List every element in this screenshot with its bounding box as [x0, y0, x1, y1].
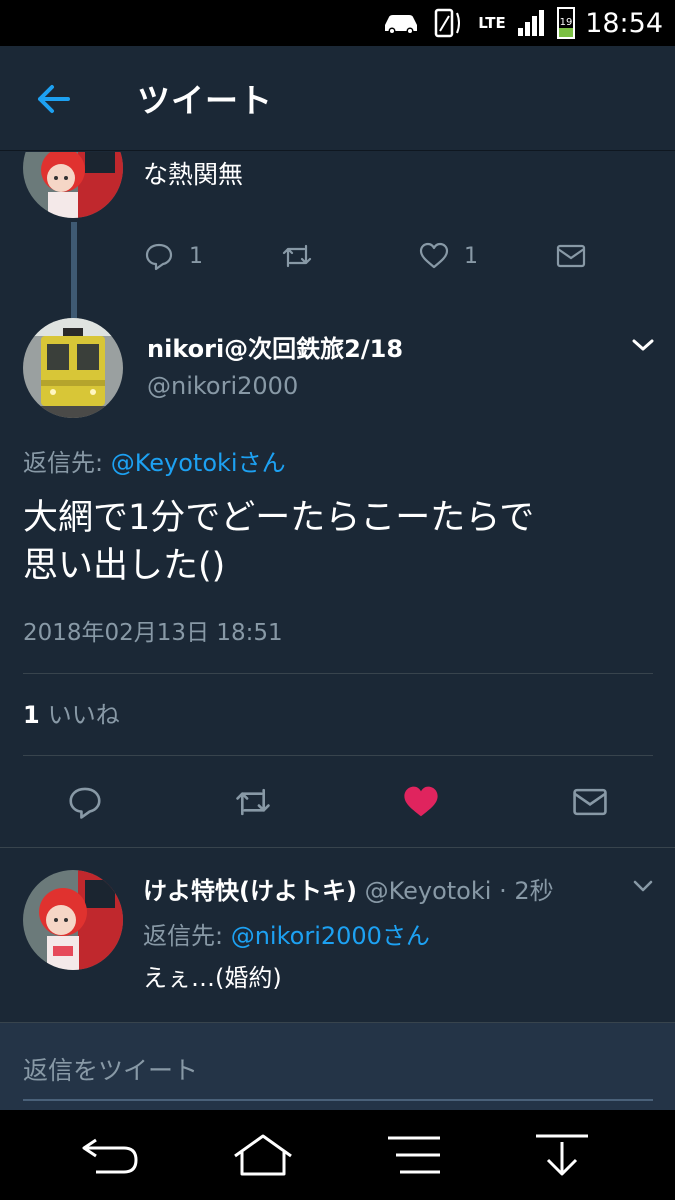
signal-icon — [514, 0, 548, 46]
reply-reply-to-line: 返信先: @nikori2000さん — [143, 916, 430, 951]
app-bar: ツイート — [0, 46, 675, 151]
vibrate-icon — [432, 0, 466, 46]
author-name[interactable]: nikori@次回鉄旅2/18 — [147, 329, 403, 364]
parent-like-button[interactable]: 1 — [418, 240, 478, 272]
divider — [23, 673, 653, 674]
system-nav-bar — [0, 1110, 675, 1200]
share-button[interactable] — [571, 783, 609, 821]
battery-icon: 19 — [554, 0, 578, 46]
author-handle[interactable]: @nikori2000 — [147, 372, 298, 400]
parent-like-count: 1 — [464, 243, 478, 269]
compose-underline — [23, 1099, 653, 1101]
thread-connector — [71, 222, 77, 318]
compose-reply-bar[interactable]: 返信をツイート — [0, 1022, 675, 1111]
notifications-pull-icon[interactable] — [534, 1130, 590, 1180]
mail-icon — [555, 240, 587, 272]
reply-tweet-text: えぇ…(婚約) — [143, 964, 282, 992]
menu-nav-icon[interactable] — [386, 1130, 442, 1180]
reply-to-line: 返信先: @Keyotokiさん — [23, 443, 286, 478]
heart-filled-icon — [402, 783, 440, 821]
chevron-down-icon[interactable] — [630, 336, 656, 354]
tweet-text-line-1: 大網で1分でどーたらこーたらで — [23, 498, 535, 538]
reply-to-user-link[interactable]: @Keyotokiさん — [111, 449, 286, 477]
likes-summary[interactable]: 1 いいね — [23, 695, 120, 730]
reply-author-handle-time: @Keyotoki · 2秒 — [364, 877, 554, 905]
reply-to-user-link[interactable]: @nikori2000さん — [231, 922, 430, 950]
page-title: ツイート — [137, 81, 273, 120]
retweet-button[interactable] — [232, 783, 274, 821]
retweet-icon — [280, 240, 314, 272]
reply-button[interactable] — [66, 783, 104, 821]
parent-share-button[interactable] — [555, 240, 587, 272]
network-type: LTE — [478, 14, 506, 32]
divider — [0, 847, 675, 848]
tweet-text-line-2: 思い出した() — [23, 546, 226, 586]
battery-level: 19 — [559, 17, 573, 28]
parent-tweet-text: な熱関無 — [143, 160, 244, 189]
back-nav-icon[interactable] — [80, 1130, 140, 1180]
clock: 18:54 — [585, 7, 663, 39]
reply-author-line[interactable]: けよ特快(けよトキ) @Keyotoki · 2秒 — [143, 871, 554, 906]
reply-icon — [143, 240, 175, 272]
author-avatar[interactable] — [23, 318, 123, 418]
retweet-icon — [232, 783, 274, 821]
reply-icon — [66, 783, 104, 821]
parent-reply-button[interactable]: 1 — [143, 240, 203, 272]
home-nav-icon[interactable] — [232, 1130, 294, 1180]
tweet-text: 大網で1分でどーたらこーたらで 思い出した() — [23, 494, 653, 590]
reply-author-name: けよ特快(けよトキ) — [143, 877, 357, 905]
divider — [23, 755, 653, 756]
car-icon — [380, 0, 422, 46]
tweet-timestamp: 2018年02月13日 18:51 — [23, 620, 283, 646]
status-bar: LTE 19 18:54 — [0, 0, 675, 46]
parent-reply-count: 1 — [189, 243, 203, 269]
lte-icon: LTE — [474, 0, 510, 46]
parent-retweet-button[interactable] — [280, 240, 314, 272]
arrow-left-icon[interactable] — [34, 82, 74, 116]
chevron-down-icon[interactable] — [632, 878, 654, 894]
reply-to-label: 返信先: — [23, 449, 111, 477]
reply-author-avatar[interactable] — [23, 870, 123, 970]
likes-label: いいね — [47, 701, 120, 729]
reply-to-label: 返信先: — [143, 922, 231, 950]
heart-outline-icon — [418, 240, 450, 272]
like-button[interactable] — [402, 783, 440, 821]
mail-icon — [571, 783, 609, 821]
compose-placeholder[interactable]: 返信をツイート — [23, 1051, 198, 1087]
likes-count: 1 — [23, 701, 40, 729]
